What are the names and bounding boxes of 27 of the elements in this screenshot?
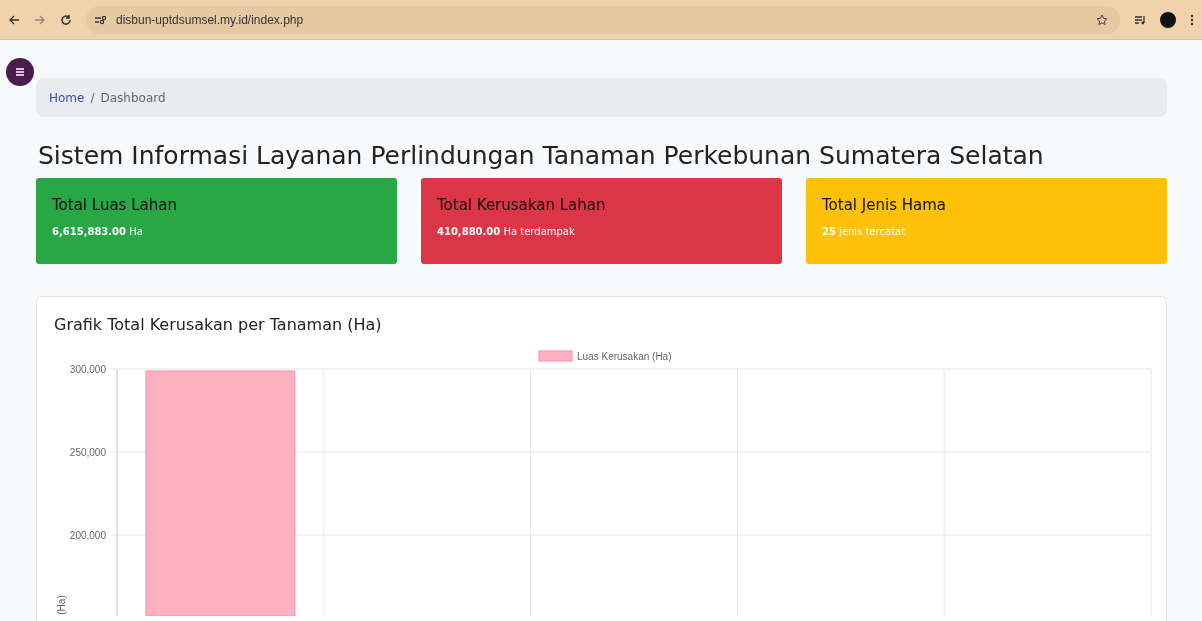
url-text: disbun-uptdsumsel.my.id/index.php [116, 12, 305, 27]
site-settings-icon[interactable] [94, 14, 108, 25]
bookmark-star-icon[interactable] [1096, 13, 1108, 26]
y-axis-label: 250,000 [69, 447, 106, 458]
address-bar[interactable]: disbun-uptdsumsel.my.id/index.php [86, 5, 1120, 34]
profile-avatar[interactable] [1160, 11, 1176, 28]
back-icon[interactable] [8, 13, 20, 26]
menu-icon[interactable] [1190, 13, 1194, 26]
card-value: 6,615,883.00 Ha [52, 226, 144, 237]
card-title: Total Kerusakan Lahan [437, 196, 607, 214]
card-value: 410,880.00 Ha terdampak [437, 226, 576, 237]
breadcrumb-separator: / [90, 90, 95, 105]
chart-title: Grafik Total Kerusakan per Tanaman (Ha) [54, 315, 383, 334]
y-axis-title: (Ha) [56, 595, 67, 615]
reload-icon[interactable] [60, 13, 72, 26]
breadcrumb-link[interactable]: Home [49, 90, 85, 105]
legend-label: Luas Kerusakan (Ha) [577, 351, 672, 362]
card-title: Total Luas Lahan [52, 196, 178, 214]
menu-icon [15, 67, 25, 77]
menu-toggle-button[interactable] [6, 58, 34, 86]
page-title: Sistem Informasi Layanan Perlindungan Tanaman Perkebunan Sumatera Selatan [38, 141, 1045, 170]
y-axis-label: 200,000 [69, 530, 106, 541]
media-icon[interactable] [1134, 13, 1146, 26]
card-title: Total Jenis Hama [822, 196, 947, 214]
y-axis-label: 300,000 [69, 364, 106, 375]
card-value: 25 jenis tercatat [822, 226, 907, 237]
breadcrumb-current: Dashboard [100, 90, 166, 105]
